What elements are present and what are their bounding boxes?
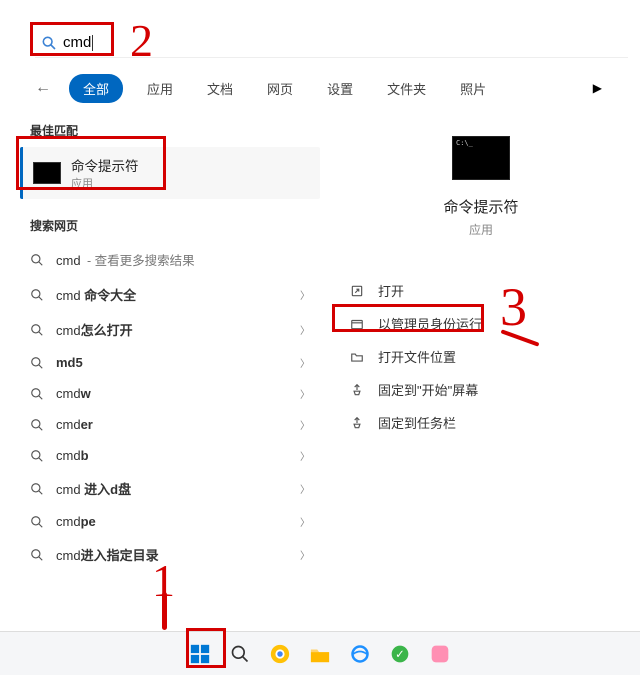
web-result-text: cmdb (56, 448, 89, 463)
tab-documents[interactable]: 文档 (197, 75, 243, 102)
chevron-right-icon: 〉 (300, 386, 310, 401)
action-open[interactable]: 打开 (340, 274, 622, 307)
chevron-right-icon: 〉 (300, 547, 310, 562)
web-result-item[interactable]: cmd 进入d盘 〉 (20, 471, 320, 506)
action-label: 打开 (378, 281, 404, 300)
web-result-text: cmd 进入d盘 (56, 479, 131, 498)
chevron-right-icon: 〉 (300, 448, 310, 463)
tab-folders[interactable]: 文件夹 (377, 75, 436, 102)
chevron-right-icon: 〉 (300, 481, 310, 496)
search-bar[interactable]: cmd (35, 28, 628, 58)
web-result-text: cmdw (56, 386, 91, 401)
svg-text:✓: ✓ (395, 648, 405, 661)
back-arrow-icon[interactable]: ← (35, 79, 51, 97)
app-preview-subtitle: 应用 (469, 221, 493, 238)
web-result-item[interactable]: cmd - 查看更多搜索结果 (20, 242, 320, 277)
taskbar-app-ie[interactable] (345, 639, 375, 669)
web-result-item[interactable]: cmd 命令大全 〉 (20, 277, 320, 312)
taskbar-app-browser[interactable] (265, 639, 295, 669)
taskbar: ✓ (0, 631, 640, 675)
search-icon (41, 35, 57, 51)
best-match-title: 命令提示符 (71, 155, 139, 175)
action-label: 固定到"开始"屏幕 (378, 380, 478, 399)
web-search-header: 搜索网页 (30, 217, 320, 234)
more-icon[interactable]: ▶ (593, 81, 602, 95)
taskbar-app-pink[interactable] (425, 639, 455, 669)
actions-list: 打开以管理员身份运行打开文件位置固定到"开始"屏幕固定到任务栏 (340, 274, 622, 439)
taskbar-search-icon[interactable] (225, 639, 255, 669)
web-result-text: cmd 命令大全 (56, 285, 136, 304)
chevron-right-icon: 〉 (300, 322, 310, 337)
chevron-right-icon: 〉 (300, 514, 310, 529)
web-result-text: md5 (56, 355, 83, 370)
action-label: 固定到任务栏 (378, 413, 456, 432)
web-result-item[interactable]: cmdw 〉 (20, 378, 320, 409)
pin-icon (348, 416, 366, 430)
open-icon (348, 284, 366, 298)
web-result-text: cmd - 查看更多搜索结果 (56, 250, 195, 269)
web-result-item[interactable]: md5 〉 (20, 347, 320, 378)
app-preview-icon (452, 136, 510, 180)
search-input[interactable]: cmd (63, 34, 622, 51)
web-result-text: cmdpe (56, 514, 96, 529)
search-tabs: ← 全部 应用 文档 网页 设置 文件夹 照片 ▶ (35, 70, 620, 106)
chevron-right-icon: 〉 (300, 417, 310, 432)
web-result-item[interactable]: cmd怎么打开 〉 (20, 312, 320, 347)
tab-settings[interactable]: 设置 (317, 75, 363, 102)
folder-icon (348, 350, 366, 364)
best-match-item[interactable]: 命令提示符 应用 (20, 147, 320, 199)
cmd-icon (33, 162, 61, 184)
action-pin[interactable]: 固定到任务栏 (340, 406, 622, 439)
details-pane: 命令提示符 应用 打开以管理员身份运行打开文件位置固定到"开始"屏幕固定到任务栏 (340, 118, 622, 625)
results-pane: 最佳匹配 命令提示符 应用 搜索网页 cmd - 查看更多搜索结果 cmd 命令大… (20, 118, 320, 625)
web-result-text: cmder (56, 417, 93, 432)
taskbar-app-explorer[interactable] (305, 639, 335, 669)
tab-photos[interactable]: 照片 (450, 75, 496, 102)
tab-web[interactable]: 网页 (257, 75, 303, 102)
action-folder[interactable]: 打开文件位置 (340, 340, 622, 373)
action-pin[interactable]: 固定到"开始"屏幕 (340, 373, 622, 406)
chevron-right-icon: 〉 (300, 355, 310, 370)
taskbar-app-security[interactable]: ✓ (385, 639, 415, 669)
admin-icon (348, 317, 366, 331)
best-match-header: 最佳匹配 (30, 122, 320, 139)
tab-all[interactable]: 全部 (69, 74, 123, 103)
action-label: 以管理员身份运行 (378, 314, 482, 333)
web-result-text: cmd进入指定目录 (56, 545, 159, 564)
action-admin[interactable]: 以管理员身份运行 (340, 307, 622, 340)
web-result-item[interactable]: cmder 〉 (20, 409, 320, 440)
web-results-list: cmd - 查看更多搜索结果cmd 命令大全〉cmd怎么打开〉md5〉cmdw〉… (20, 242, 320, 572)
action-label: 打开文件位置 (378, 347, 456, 366)
tab-apps[interactable]: 应用 (137, 75, 183, 102)
start-button[interactable] (185, 639, 215, 669)
web-result-text: cmd怎么打开 (56, 320, 133, 339)
chevron-right-icon: 〉 (300, 287, 310, 302)
web-result-item[interactable]: cmdpe 〉 (20, 506, 320, 537)
app-preview-title: 命令提示符 (443, 196, 518, 217)
best-match-subtitle: 应用 (71, 175, 139, 191)
pin-icon (348, 383, 366, 397)
web-result-item[interactable]: cmd进入指定目录 〉 (20, 537, 320, 572)
web-result-item[interactable]: cmdb 〉 (20, 440, 320, 471)
